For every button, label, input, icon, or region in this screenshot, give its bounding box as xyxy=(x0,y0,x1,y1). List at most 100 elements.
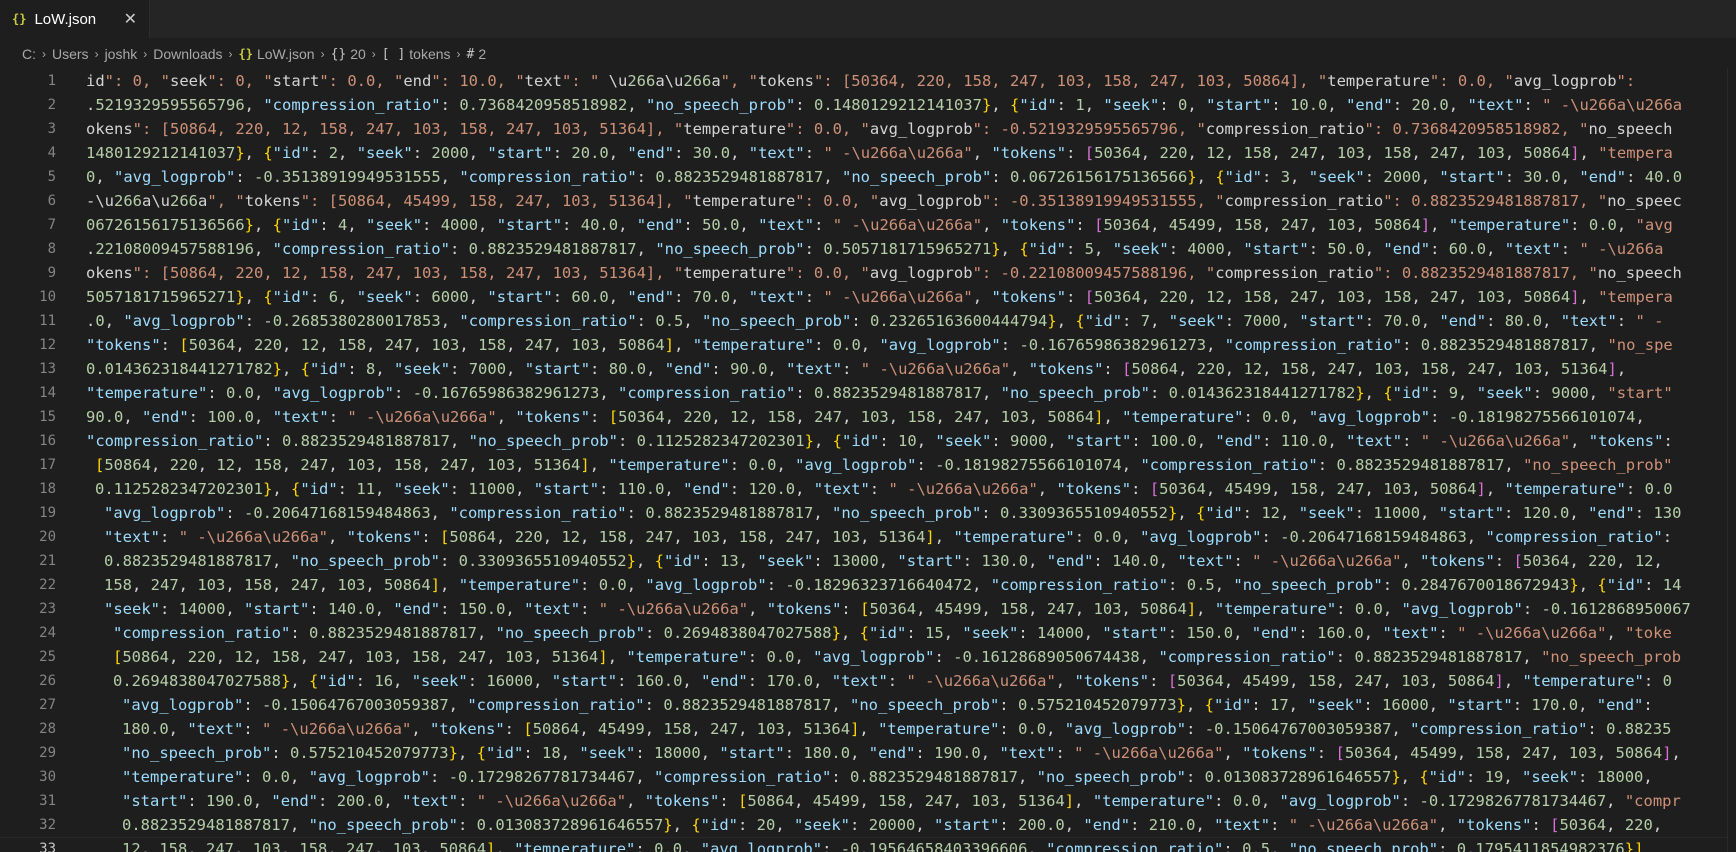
code-line[interactable]: 28 180.0, "text": " -\u266a\u266a", "toke… xyxy=(0,717,1736,741)
code-text: "start": 190.0, "end": 200.0, "text": " … xyxy=(122,792,1681,810)
line-number: 14 xyxy=(39,385,56,401)
line-number: 5 xyxy=(47,169,56,185)
line-number: 13 xyxy=(39,361,56,377)
code-text: .22108009457588196, "compression_ratio":… xyxy=(86,240,1664,258)
code-text: id": 0, "seek": 0, "start": 0.0, "end": … xyxy=(86,72,1636,90)
breadcrumb-item[interactable]: C: xyxy=(22,46,36,62)
code-line[interactable]: 16 "compression_ratio": 0.882352948188781… xyxy=(0,429,1736,453)
line-number: 16 xyxy=(39,433,56,449)
code-line[interactable]: 12 "tokens": [50364, 220, 12, 158, 247, 1… xyxy=(0,333,1736,357)
line-number: 25 xyxy=(39,649,56,665)
code-line[interactable]: 11 .0, "avg_logprob": -0.2685380280017853… xyxy=(0,309,1736,333)
code-line[interactable]: 32 0.8823529481887817, "no_speech_prob": … xyxy=(0,813,1736,837)
array-icon: [ ] xyxy=(381,46,406,62)
vertical-scrollbar[interactable] xyxy=(1727,68,1736,852)
code-text: "compression_ratio": 0.8823529481887817,… xyxy=(113,624,1672,642)
line-number: 29 xyxy=(39,745,56,761)
code-editor[interactable]: 1 id": 0, "seek": 0, "start": 0.0, "end":… xyxy=(0,68,1736,852)
line-number: 1 xyxy=(47,73,56,89)
breadcrumb-item[interactable]: {} 20 xyxy=(331,46,366,62)
code-text: okens": [50864, 220, 12, 158, 247, 103, … xyxy=(86,264,1682,282)
tab-label: LoW.json xyxy=(34,10,97,28)
code-line[interactable]: 29 "no_speech_prob": 0.575210452079773}, … xyxy=(0,741,1736,765)
line-number: 18 xyxy=(39,481,56,497)
line-number: 15 xyxy=(39,409,56,425)
line-number: 28 xyxy=(39,721,56,737)
code-line[interactable]: 31 "start": 190.0, "end": 200.0, "text": … xyxy=(0,789,1736,813)
code-text: 0, "avg_logprob": -0.35138919949531555, … xyxy=(86,168,1683,186)
breadcrumb-item[interactable]: [ ] tokens xyxy=(382,46,451,62)
code-text: 12, 158, 247, 103, 158, 247, 103, 50864]… xyxy=(122,840,1644,852)
code-line[interactable]: 7 06726156175136566}, {"id": 4, "seek": 4… xyxy=(0,213,1736,237)
code-text: 158, 247, 103, 158, 247, 103, 50864], "t… xyxy=(104,576,1682,594)
code-text: 06726156175136566}, {"id": 4, "seek": 40… xyxy=(86,216,1673,234)
breadcrumb-item[interactable]: {} LoW.json xyxy=(239,46,315,62)
chevron-right-icon: › xyxy=(143,47,148,61)
code-line[interactable]: 27 "avg_logprob": -0.15064767003059387, "… xyxy=(0,693,1736,717)
breadcrumb: C: › Users › joshk › Downloads ›{} LoW.json ›{} 20… xyxy=(0,42,1736,66)
line-number: 20 xyxy=(39,529,56,545)
code-line[interactable]: 33 12, 158, 247, 103, 158, 247, 103, 5086… xyxy=(0,837,1736,852)
code-line[interactable]: 18 0.1125282347202301}, {"id": 11, "seek"… xyxy=(0,477,1736,501)
line-number: 9 xyxy=(47,265,56,281)
line-number: 24 xyxy=(39,625,56,641)
breadcrumb-item[interactable]: #2 xyxy=(467,46,487,62)
code-line[interactable]: 4 1480129212141037}, {"id": 2, "seek": 20… xyxy=(0,141,1736,165)
code-line[interactable]: 2 .5219329595565796, "compression_ratio":… xyxy=(0,93,1736,117)
breadcrumb-label: joshk xyxy=(104,46,138,62)
code-line[interactable]: 13 0.014362318441271782}, {"id": 8, "seek… xyxy=(0,357,1736,381)
line-number: 23 xyxy=(39,601,56,617)
line-number: 11 xyxy=(39,313,56,329)
code-text: "no_speech_prob": 0.575210452079773}, {"… xyxy=(122,744,1681,762)
code-line[interactable]: 5 0, "avg_logprob": -0.35138919949531555,… xyxy=(0,165,1736,189)
line-number: 30 xyxy=(39,769,56,785)
code-line[interactable]: 9 okens": [50864, 220, 12, 158, 247, 103,… xyxy=(0,261,1736,285)
code-line[interactable]: 22 158, 247, 103, 158, 247, 103, 50864], … xyxy=(0,573,1736,597)
breadcrumb-item[interactable]: joshk xyxy=(105,46,138,62)
code-text: "seek": 14000, "start": 140.0, "end": 15… xyxy=(104,600,1691,618)
code-line[interactable]: 1 id": 0, "seek": 0, "start": 0.0, "end":… xyxy=(0,69,1736,93)
object-braces-icon: {} xyxy=(238,47,253,61)
code-line[interactable]: 10 5057181715965271}, {"id": 6, "seek": 6… xyxy=(0,285,1736,309)
code-line[interactable]: 19 "avg_logprob": -0.20647168159484863, "… xyxy=(0,501,1736,525)
line-number: 12 xyxy=(39,337,56,353)
line-number: 26 xyxy=(39,673,56,689)
code-line[interactable]: 24 "compression_ratio": 0.882352948188781… xyxy=(0,621,1736,645)
code-line[interactable]: 3 okens": [50864, 220, 12, 158, 247, 103,… xyxy=(0,117,1736,141)
code-text: 180.0, "text": " -\u266a\u266a", "tokens… xyxy=(122,720,1672,738)
chevron-right-icon: › xyxy=(320,47,325,61)
breadcrumb-label: C: xyxy=(22,46,36,62)
code-line[interactable]: 14 "temperature": 0.0, "avg_logprob": -0.… xyxy=(0,381,1736,405)
code-line[interactable]: 8 .22108009457588196, "compression_ratio"… xyxy=(0,237,1736,261)
line-number: 33 xyxy=(39,841,56,852)
code-line[interactable]: 15 90.0, "end": 100.0, "text": " -\u266a\… xyxy=(0,405,1736,429)
code-line[interactable]: 25 [50864, 220, 12, 158, 247, 103, 158, 2… xyxy=(0,645,1736,669)
code-text: -\u266a\u266a", "tokens": [50864, 45499,… xyxy=(86,192,1682,210)
code-text: .0, "avg_logprob": -0.2685380280017853, … xyxy=(86,312,1664,330)
code-text: "avg_logprob": -0.15064767003059387, "co… xyxy=(122,696,1653,714)
line-number: 27 xyxy=(39,697,56,713)
code-line[interactable]: 23 "seek": 14000, "start": 140.0, "end": … xyxy=(0,597,1736,621)
chevron-right-icon: › xyxy=(94,47,99,61)
code-text: 0.1125282347202301}, {"id": 11, "seek": … xyxy=(95,480,1673,498)
object-braces-icon: {} xyxy=(330,46,347,62)
code-line[interactable]: 21 0.8823529481887817, "no_speech_prob": … xyxy=(0,549,1736,573)
line-number: 32 xyxy=(39,817,56,833)
breadcrumb-item[interactable]: Downloads xyxy=(153,46,222,62)
tab-low-json[interactable]: {} LoW.json ✕ xyxy=(0,0,150,38)
close-icon[interactable]: ✕ xyxy=(124,9,137,29)
breadcrumb-item[interactable]: Users xyxy=(52,46,89,62)
code-line[interactable]: 6 -\u266a\u266a", "tokens": [50864, 45499… xyxy=(0,189,1736,213)
line-number: 17 xyxy=(39,457,56,473)
code-line[interactable]: 26 0.2694838047027588}, {"id": 16, "seek"… xyxy=(0,669,1736,693)
code-text: "temperature": 0.0, "avg_logprob": -0.16… xyxy=(86,384,1673,402)
chevron-right-icon: › xyxy=(42,47,46,61)
code-line[interactable]: 17 [50864, 220, 12, 158, 247, 103, 158, 2… xyxy=(0,453,1736,477)
number-icon: # xyxy=(466,46,475,62)
line-number: 7 xyxy=(47,217,56,233)
code-line[interactable]: 20 "text": " -\u266a\u266a", "tokens": [5… xyxy=(0,525,1736,549)
code-text: "tokens": [50364, 220, 12, 158, 247, 103… xyxy=(86,336,1673,354)
code-text: 5057181715965271}, {"id": 6, "seek": 600… xyxy=(86,288,1673,306)
line-number: 22 xyxy=(39,577,56,593)
code-line[interactable]: 30 "temperature": 0.0, "avg_logprob": -0.… xyxy=(0,765,1736,789)
